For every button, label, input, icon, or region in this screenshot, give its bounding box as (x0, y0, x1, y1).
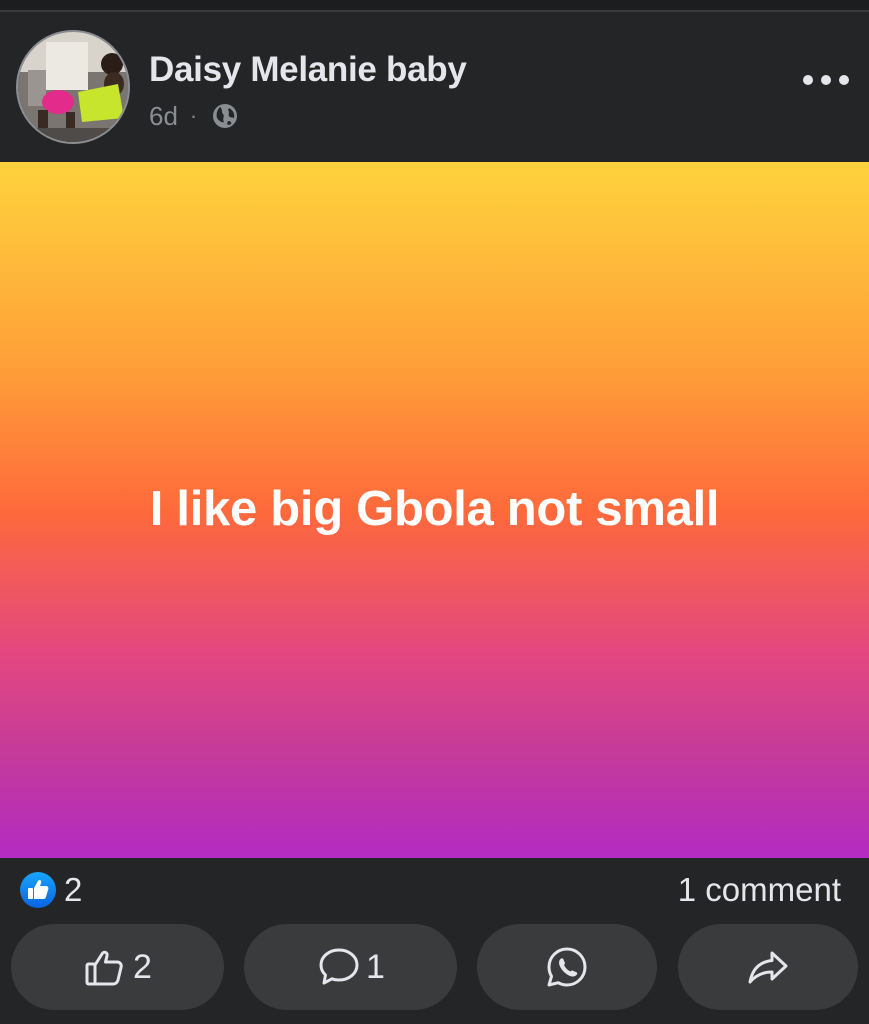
more-dots-icon[interactable] (800, 67, 852, 93)
share-arrow-icon (745, 944, 791, 990)
globe-icon[interactable] (211, 102, 239, 130)
thumbs-up-icon (83, 944, 129, 990)
whatsapp-icon (544, 944, 590, 990)
action-bar: 2 1 (0, 924, 869, 1012)
share-button[interactable] (678, 924, 858, 1010)
meta-separator: · (189, 103, 198, 128)
avatar-photo (18, 32, 128, 142)
comment-count[interactable]: 1 comment (678, 871, 841, 909)
like-button-count: 2 (133, 947, 152, 986)
post-text: I like big Gbola not small (149, 482, 720, 536)
comment-button-count: 1 (366, 947, 385, 986)
avatar[interactable] (16, 30, 130, 144)
post-background[interactable]: I like big Gbola not small (0, 162, 869, 858)
whatsapp-share-button[interactable] (477, 924, 657, 1010)
post-timestamp[interactable]: 6d (149, 101, 178, 132)
post-meta: 6d · (149, 98, 239, 134)
reaction-count[interactable]: 2 (64, 871, 82, 909)
author-name[interactable]: Daisy Melanie baby (149, 50, 467, 90)
status-area (0, 0, 869, 10)
comment-bubble-icon (316, 944, 362, 990)
post-stats: 2 1 comment (0, 858, 869, 920)
like-button[interactable]: 2 (11, 924, 224, 1010)
post-header: Daisy Melanie baby 6d · (0, 12, 869, 162)
like-reaction-icon[interactable] (20, 872, 56, 908)
comment-button[interactable]: 1 (244, 924, 457, 1010)
